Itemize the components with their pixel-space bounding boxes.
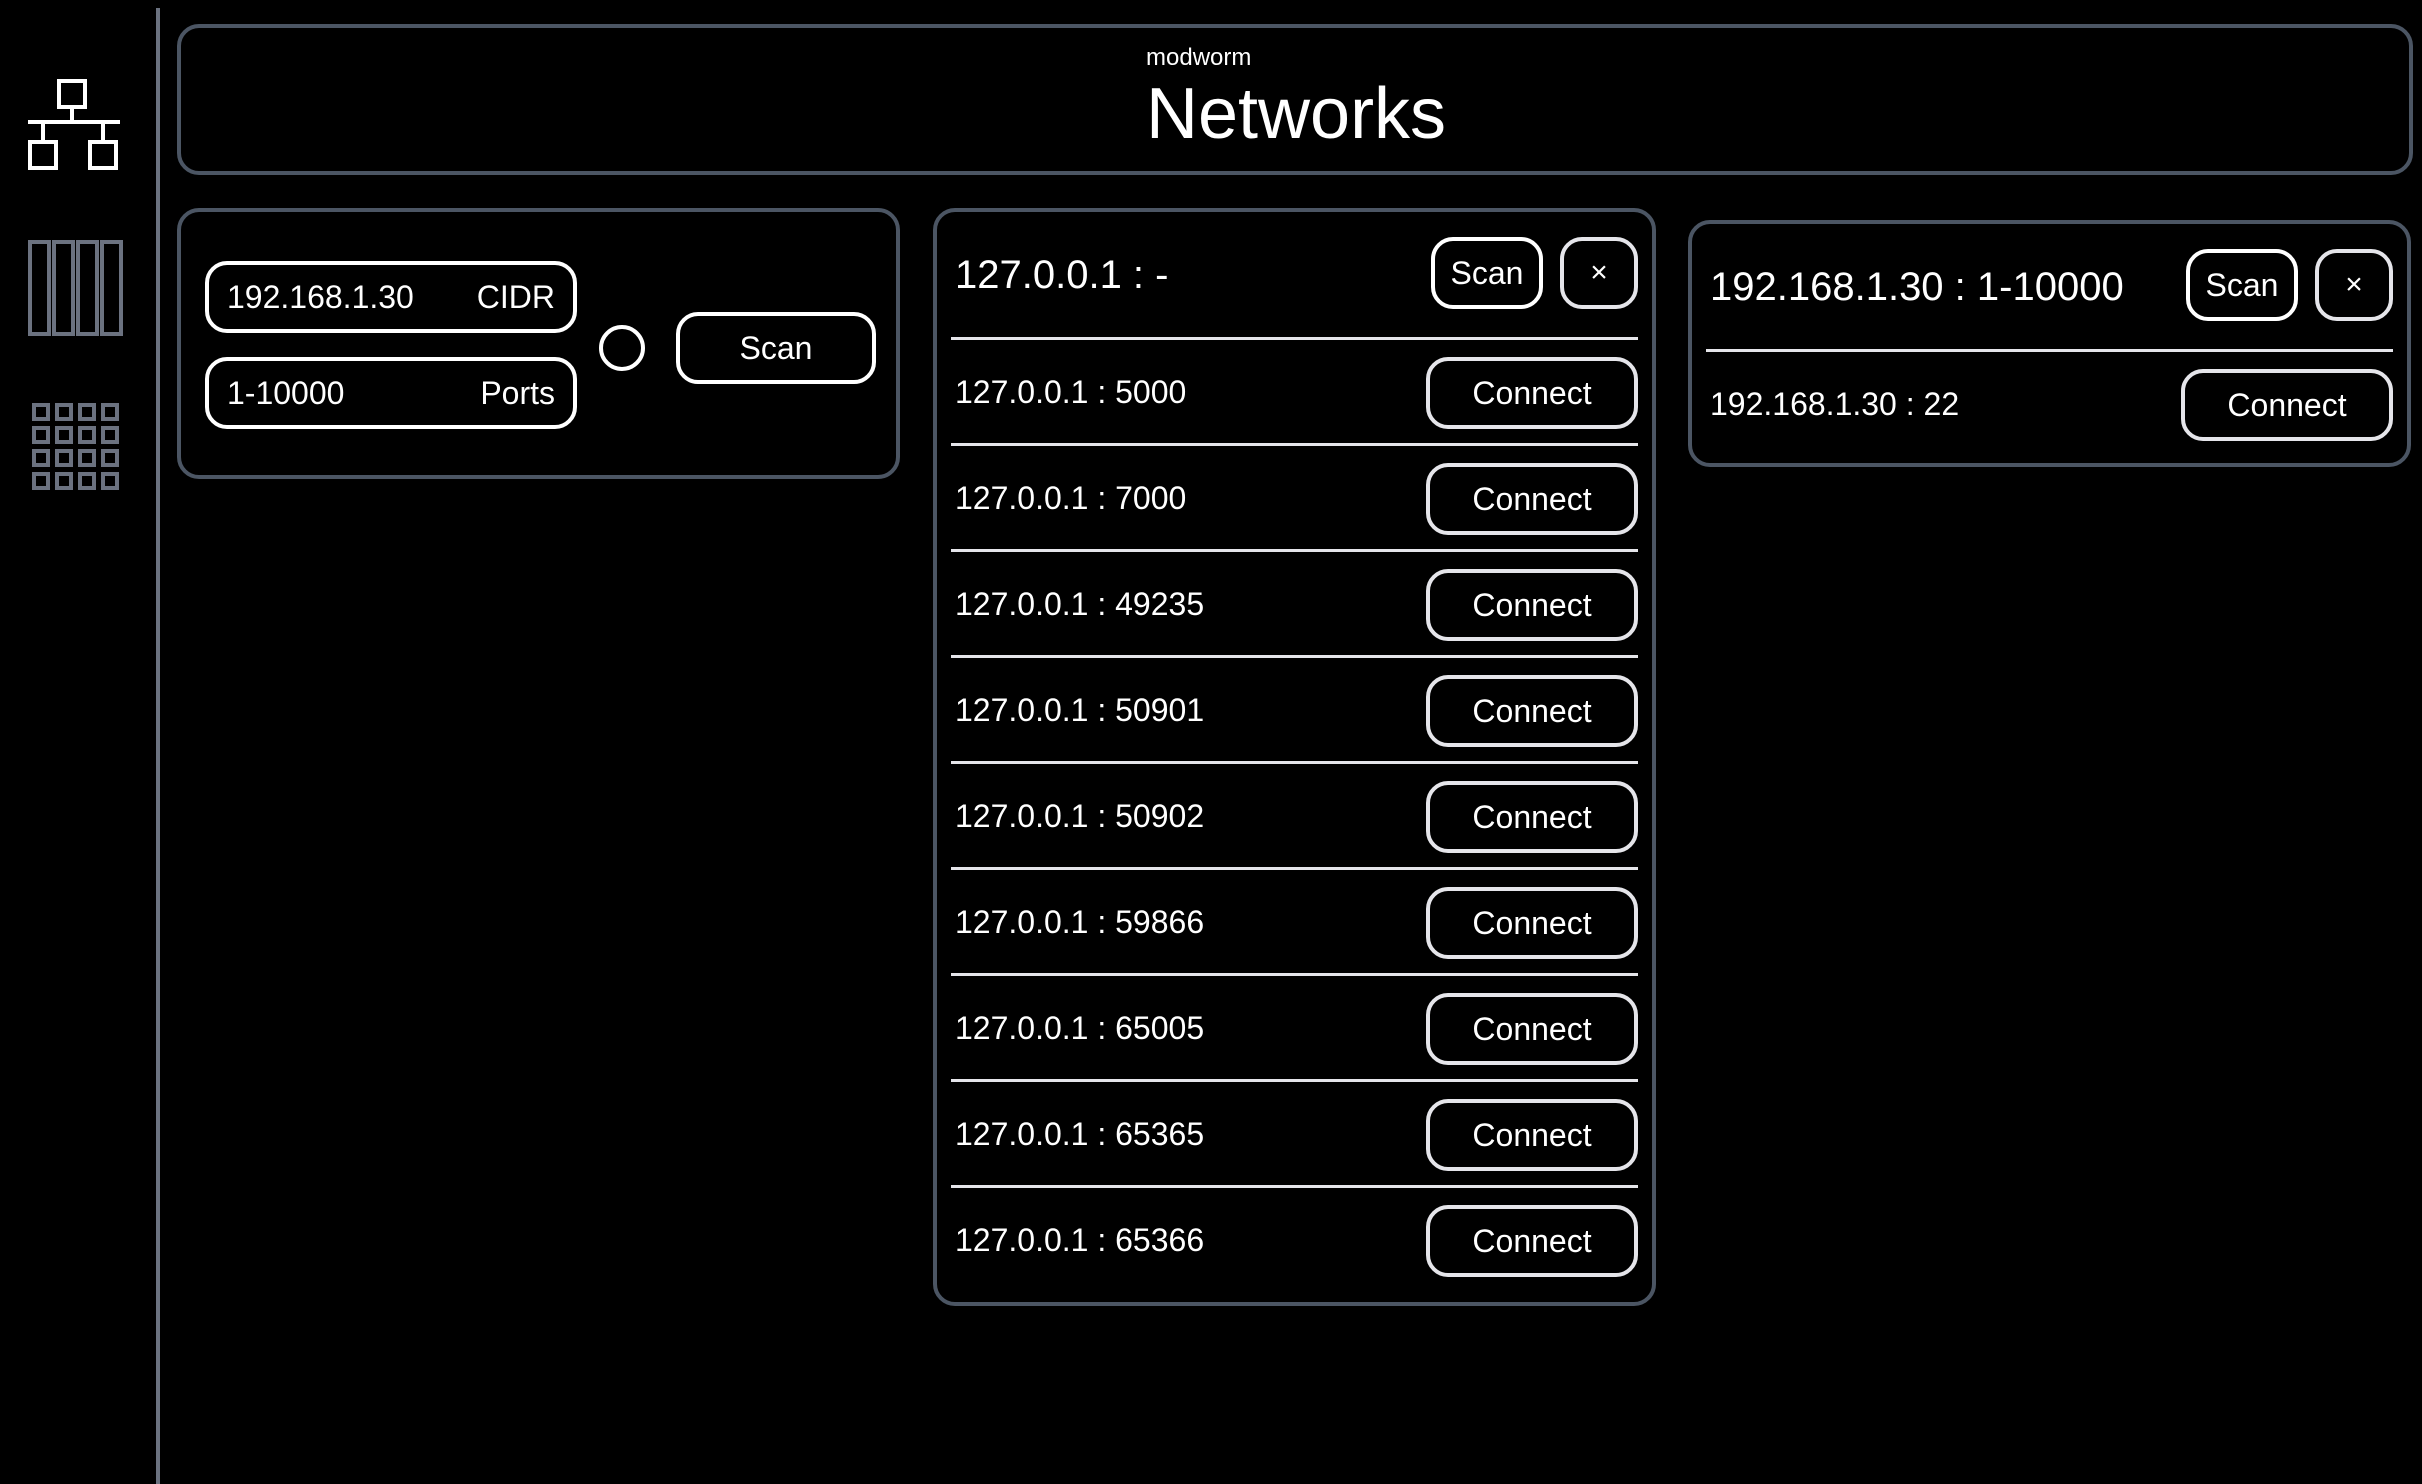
result-header: 192.168.1.30 : 1-10000 Scan × [1706,224,2393,352]
connect-button[interactable]: Connect [1426,1099,1638,1171]
scan-result-panel: 192.168.1.30 : 1-10000 Scan × 192.168.1.… [1688,220,2411,467]
close-button[interactable]: × [2315,249,2393,321]
cidr-label: CIDR [476,278,555,315]
result-row: 127.0.0.1 : 50902 Connect [951,764,1638,870]
result-row: 127.0.0.1 : 7000 Connect [951,446,1638,552]
result-address: 127.0.0.1 : 50902 [955,798,1205,834]
result-title: 127.0.0.1 : - [955,253,1169,297]
grid-cell [101,426,119,444]
grid-cell [55,472,73,490]
result-title: 192.168.1.30 : 1-10000 [1710,265,2124,309]
network-icon[interactable] [26,78,122,178]
result-address: 127.0.0.1 : 65005 [955,1010,1205,1046]
result-row: 127.0.0.1 : 65005 Connect [951,976,1638,1082]
grid-cell [78,472,96,490]
connect-button[interactable]: Connect [1426,781,1638,853]
grid-cell [32,403,50,421]
result-address: 127.0.0.1 : 59866 [955,904,1205,940]
result-list: 192.168.1.30 : 22 Connect [1706,352,2393,455]
grid-cell [101,403,119,421]
result-address: 127.0.0.1 : 5000 [955,374,1187,410]
result-address: 127.0.0.1 : 65366 [955,1222,1205,1258]
grid-cell [32,426,50,444]
columns-icon[interactable] [26,238,126,338]
grid-cell [101,472,119,490]
result-row: 127.0.0.1 : 50901 Connect [951,658,1638,764]
connect-button[interactable]: Connect [1426,463,1638,535]
rescan-button[interactable]: Scan [2186,249,2298,321]
result-list: 127.0.0.1 : 5000 Connect 127.0.0.1 : 7000 C… [951,340,1638,1291]
grid-cell [78,403,96,421]
ports-value: 1-10000 [227,374,345,411]
scan-form-panel: 192.168.1.30 CIDR 1-10000 Ports Scan [177,208,900,479]
result-row: 192.168.1.30 : 22 Connect [1706,352,2393,455]
rescan-button[interactable]: Scan [1431,237,1543,309]
connect-button[interactable]: Connect [1426,675,1638,747]
result-address: 127.0.0.1 : 49235 [955,586,1205,622]
connect-button[interactable]: Connect [1426,993,1638,1065]
grid-cell [55,403,73,421]
connect-button[interactable]: Connect [1426,887,1638,959]
grid-cell [55,449,73,467]
result-address: 127.0.0.1 : 7000 [955,480,1187,516]
grid-cell [32,472,50,490]
grid-cell [78,449,96,467]
connect-button[interactable]: Connect [1426,569,1638,641]
result-header: 127.0.0.1 : - Scan × [951,212,1638,340]
result-row: 127.0.0.1 : 65365 Connect [951,1082,1638,1188]
grid-cell [78,426,96,444]
ports-label: Ports [480,374,555,411]
page-title: Networks [1146,74,1447,154]
result-row: 127.0.0.1 : 59866 Connect [951,870,1638,976]
close-button[interactable]: × [1560,237,1638,309]
ports-input[interactable]: 1-10000 Ports [205,357,577,429]
app-name: modworm [1146,44,1252,71]
result-address: 127.0.0.1 : 65365 [955,1116,1205,1152]
result-row: 127.0.0.1 : 5000 Connect [951,340,1638,446]
grid-cell [101,449,119,467]
result-address: 192.168.1.30 : 22 [1710,386,1960,422]
scan-button[interactable]: Scan [676,312,876,384]
connect-button[interactable]: Connect [1426,357,1638,429]
cidr-input[interactable]: 192.168.1.30 CIDR [205,261,577,333]
sidebar [0,0,156,1484]
connect-button[interactable]: Connect [1426,1205,1638,1277]
status-indicator-icon [599,325,645,371]
result-row: 127.0.0.1 : 65366 Connect [951,1188,1638,1291]
scan-result-panel: 127.0.0.1 : - Scan × 127.0.0.1 : 5000 Con… [933,208,1656,1306]
cidr-value: 192.168.1.30 [227,278,414,315]
sidebar-divider [156,8,160,1484]
grid-icon[interactable] [30,401,124,495]
grid-cell [55,426,73,444]
result-row: 127.0.0.1 : 49235 Connect [951,552,1638,658]
result-address: 127.0.0.1 : 50901 [955,692,1205,728]
grid-cell [32,449,50,467]
connect-button[interactable]: Connect [2181,369,2393,441]
